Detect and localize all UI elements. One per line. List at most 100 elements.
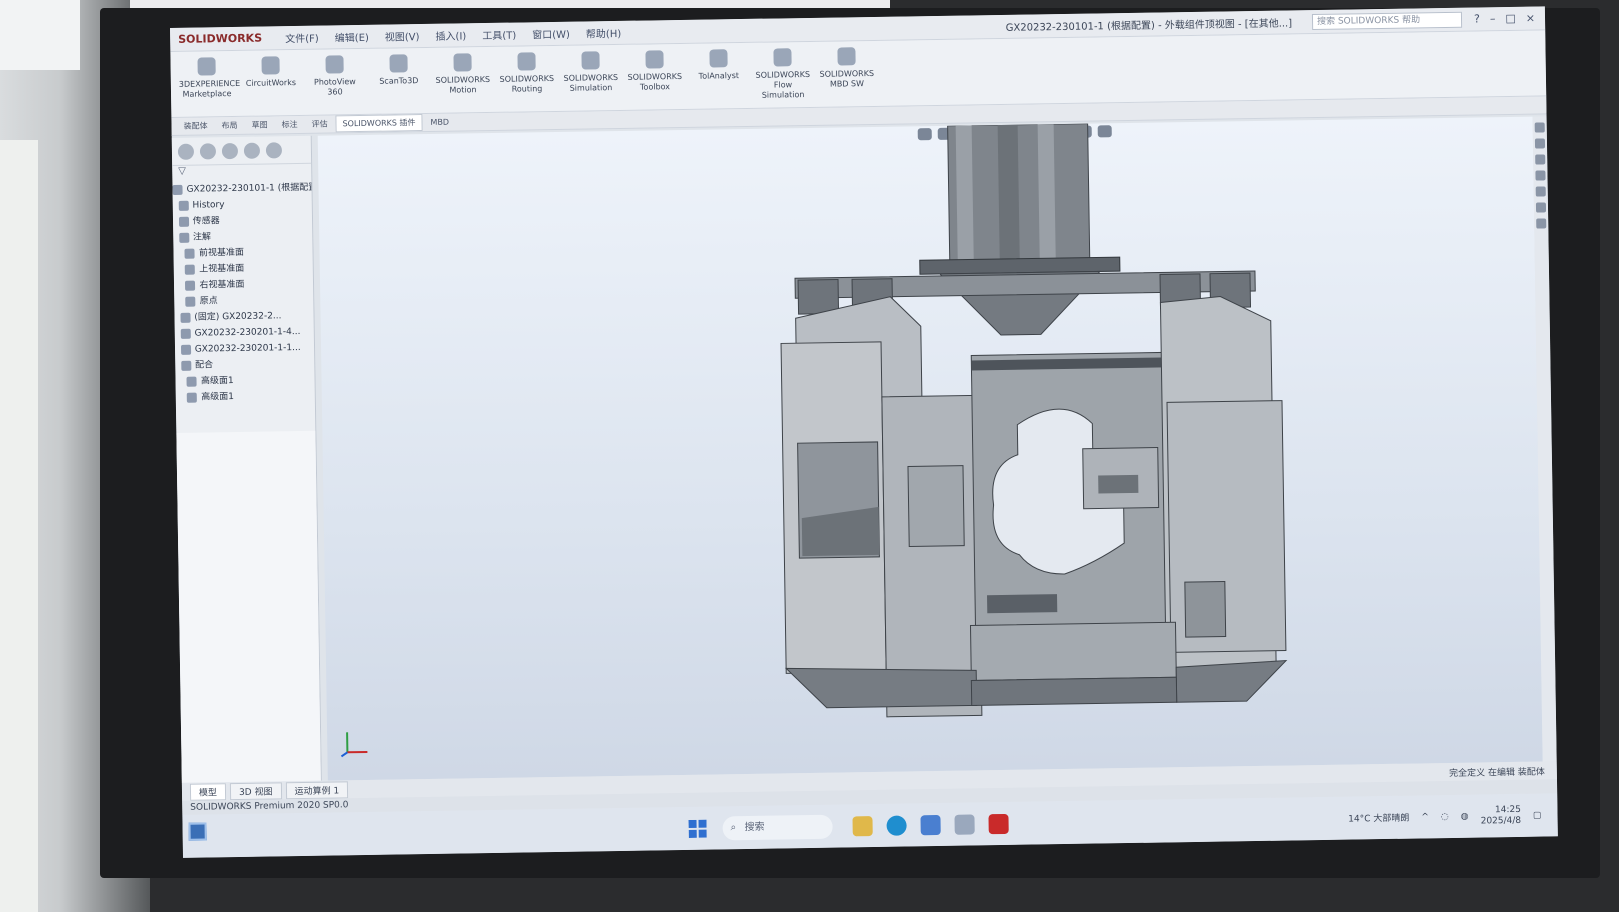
history-icon — [178, 200, 189, 211]
tree-root[interactable]: GX20232-230101-1 (根据配置) — [172, 180, 312, 198]
tab-assembly[interactable]: 装配体 — [177, 118, 213, 134]
configuration-manager-icon[interactable] — [221, 142, 239, 160]
ribbon-tool-toolbox[interactable]: SOLIDWORKS Toolbox — [626, 50, 683, 93]
tree-item[interactable]: GX20232-230201-1-1... — [175, 340, 314, 358]
clock-date: 2025/4/8 — [1480, 815, 1522, 827]
ribbon-tool-label: SOLIDWORKS Flow Simulation — [755, 69, 811, 100]
minimize-icon[interactable]: – — [1490, 12, 1496, 25]
help-icon[interactable]: ? — [1474, 12, 1480, 25]
network-icon[interactable]: ◌ — [1441, 812, 1449, 822]
tree-item-label: GX20232-230101-1 (根据配置) — [186, 182, 312, 195]
plane-icon — [185, 264, 196, 275]
simulation-icon — [581, 51, 600, 70]
menu-tools[interactable]: 工具(T) — [479, 25, 519, 45]
tree-item-label: 传感器 — [192, 216, 220, 227]
clock[interactable]: 14:25 2025/4/8 — [1480, 804, 1522, 827]
tree-item[interactable]: 高级面1 — [176, 388, 315, 406]
feature-manager-icon[interactable] — [177, 143, 195, 160]
volume-icon[interactable]: ◍ — [1461, 811, 1469, 821]
tab-model[interactable]: 模型 — [189, 782, 227, 801]
tab-sketch[interactable]: 草图 — [245, 117, 273, 132]
tree-item-label: 配合 — [194, 360, 214, 371]
scanto3d-icon — [389, 54, 408, 73]
assembly-icon — [172, 184, 183, 195]
ribbon-tool-tolanalyst[interactable]: TolAnalyst — [690, 49, 746, 82]
mail-app-icon[interactable] — [954, 813, 975, 835]
main-area: ▽ GX20232-230101-1 (根据配置) History 传感器 注解… — [171, 116, 1557, 783]
home-icon[interactable] — [1534, 122, 1545, 133]
tree-empty-area — [176, 430, 321, 783]
tolanalyst-icon — [709, 49, 728, 68]
part-icon — [180, 312, 191, 323]
ribbon-tool-photoview[interactable]: PhotoView 360 — [306, 55, 363, 98]
tab-3d-views[interactable]: 3D 视图 — [229, 781, 282, 800]
tree-item-label: 前视基准面 — [198, 247, 245, 259]
ribbon-tool-mbd[interactable]: SOLIDWORKS MBD SW — [818, 47, 875, 90]
photoview-icon — [325, 55, 344, 74]
sensor-icon — [178, 216, 189, 227]
tab-motion-study[interactable]: 运动算例 1 — [285, 780, 349, 799]
tab-layout[interactable]: 布局 — [215, 118, 243, 133]
dimxpert-icon[interactable] — [243, 142, 261, 159]
menu-edit[interactable]: 编辑(E) — [332, 27, 372, 47]
view-palette-icon[interactable] — [1535, 186, 1546, 197]
chevron-up-icon[interactable]: ^ — [1421, 812, 1429, 822]
menu-window[interactable]: 窗口(W) — [529, 24, 573, 44]
resources-icon[interactable] — [1534, 138, 1546, 149]
windows-start-icon[interactable] — [688, 819, 707, 838]
tree-item-label: 高级面1 — [200, 376, 234, 387]
help-search-input[interactable]: 搜索 SOLIDWORKS 帮助 — [1311, 11, 1463, 30]
ribbon-tool-flow-simulation[interactable]: SOLIDWORKS Flow Simulation — [754, 48, 811, 101]
app-logo: SOLIDWORKS — [178, 31, 263, 46]
cad-model-machine[interactable] — [618, 118, 1447, 731]
design-library-icon[interactable] — [1535, 154, 1546, 165]
mates-icon — [180, 360, 192, 371]
weather-label[interactable]: 14°C 大部晴朗 — [1348, 811, 1409, 825]
close-icon[interactable]: × — [1526, 12, 1535, 25]
ribbon-tool-circuitworks[interactable]: CircuitWorks — [242, 56, 298, 89]
clock-time: 14:25 — [1494, 804, 1522, 815]
menu-view[interactable]: 视图(V) — [382, 26, 423, 46]
taskbar-search[interactable]: ⌕ 搜索 — [722, 814, 833, 840]
ribbon-tool-label: TolAnalyst — [698, 71, 740, 81]
appearances-icon[interactable] — [1535, 202, 1547, 213]
desktop-app-icon[interactable] — [188, 822, 207, 841]
menu-help[interactable]: 帮助(H) — [583, 23, 625, 43]
tree-item-label: (固定) GX20232-2... — [194, 311, 282, 323]
mate-icon — [186, 376, 198, 387]
model-column — [919, 123, 1121, 336]
ribbon-tool-label: SOLIDWORKS Simulation — [563, 72, 619, 93]
tab-markup[interactable]: 标注 — [275, 117, 303, 132]
plane-icon — [184, 248, 196, 259]
menu-insert[interactable]: 插入(I) — [432, 25, 469, 45]
tab-addins[interactable]: SOLIDWORKS 插件 — [335, 114, 423, 133]
ribbon-tool-marketplace[interactable]: 3DEXPERIENCE Marketplace — [178, 57, 240, 100]
ribbon-tool-scanto3d[interactable]: ScanTo3D — [370, 54, 426, 87]
marketplace-icon — [197, 57, 216, 76]
ribbon-tool-routing[interactable]: SOLIDWORKS Routing — [498, 52, 555, 95]
ribbon-tool-simulation[interactable]: SOLIDWORKS Simulation — [562, 51, 619, 94]
display-manager-icon[interactable] — [265, 142, 283, 159]
edge-browser-icon[interactable] — [886, 815, 907, 836]
menu-file[interactable]: 文件(F) — [282, 28, 322, 48]
file-explorer-icon[interactable] — [1535, 170, 1546, 181]
feature-manager-tree: ▽ GX20232-230101-1 (根据配置) History 传感器 注解… — [171, 135, 322, 783]
property-manager-icon[interactable] — [199, 143, 217, 160]
tree-item-label: 注解 — [192, 232, 212, 243]
solidworks-app-icon[interactable] — [988, 813, 1009, 834]
custom-properties-icon[interactable] — [1536, 218, 1547, 229]
tree-item-label: 右视基准面 — [199, 279, 245, 291]
tab-mbd[interactable]: MBD — [424, 116, 455, 129]
tree-item-label: 上视基准面 — [199, 263, 245, 275]
mate-icon — [187, 392, 198, 403]
maximize-icon[interactable]: □ — [1505, 12, 1516, 25]
mbd-icon — [837, 47, 856, 66]
ribbon-tool-label: 3DEXPERIENCE Marketplace — [178, 78, 241, 99]
tab-evaluate[interactable]: 评估 — [305, 116, 333, 131]
notification-icon[interactable]: ▢ — [1533, 810, 1542, 820]
store-app-icon[interactable] — [920, 814, 941, 835]
ribbon-tool-motion[interactable]: SOLIDWORKS Motion — [434, 53, 491, 96]
file-explorer-app-icon[interactable] — [852, 815, 873, 836]
graphics-viewport[interactable] — [317, 116, 1543, 781]
ribbon-tool-label: ScanTo3D — [379, 76, 419, 86]
